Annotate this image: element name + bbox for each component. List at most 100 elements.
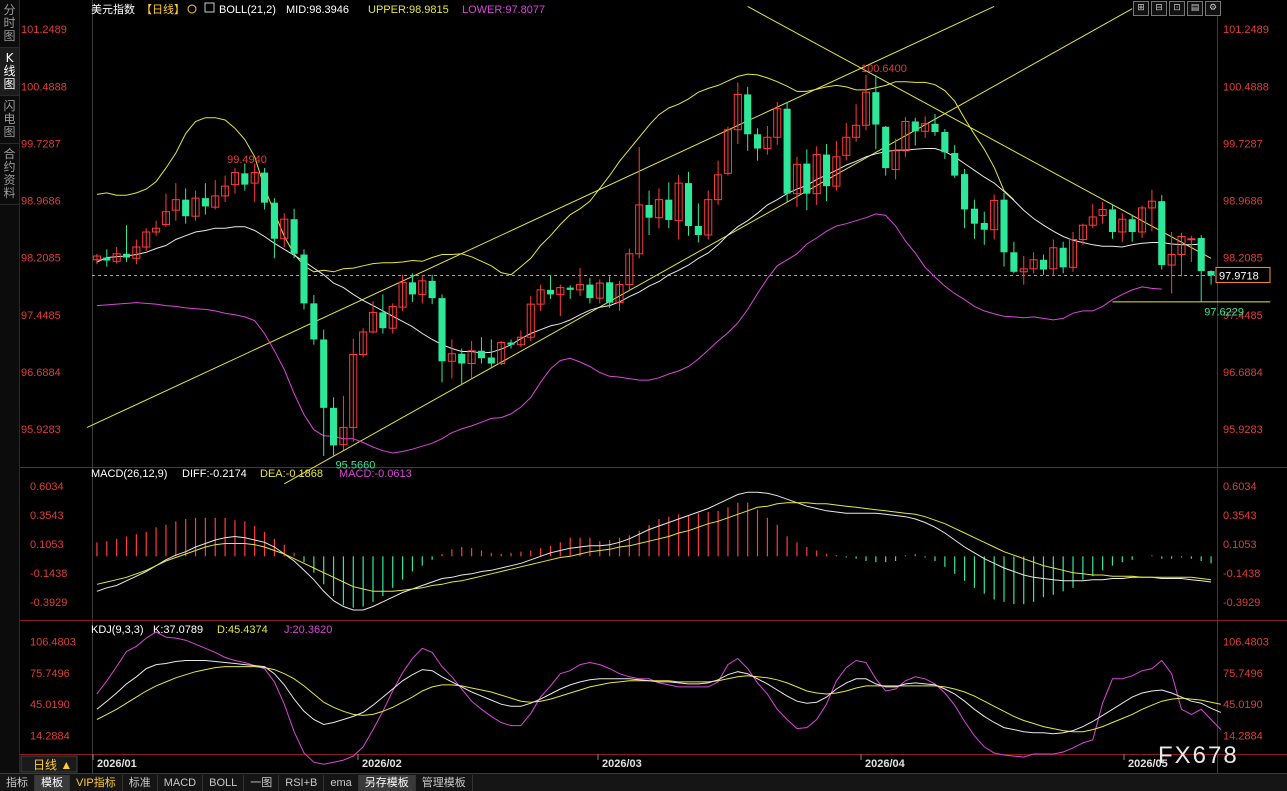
candle-body-down (1059, 247, 1067, 268)
bottom-tab-1[interactable]: 模板 (35, 774, 70, 791)
candle-body-down (241, 173, 249, 185)
period-button-label: 日线 ▲ (33, 758, 72, 772)
bottom-tab-9[interactable]: 另存模板 (358, 774, 416, 791)
macd-tick-left: 0.6034 (30, 481, 64, 493)
price-tick-right: 100.4888 (1223, 81, 1269, 93)
candle-body-down (783, 108, 791, 194)
bottom-tab-7[interactable]: RSI+B (279, 774, 325, 791)
macd-title: MACD(26,12,9) (91, 468, 167, 480)
candle-body-down (951, 153, 959, 176)
candle-body-down (941, 132, 949, 153)
settings-icon[interactable]: ⚙ (1205, 1, 1221, 16)
kdj-k-line (96, 660, 1222, 735)
candle-body-down (645, 204, 653, 218)
bottom-tab-0[interactable]: 指标 (0, 774, 35, 791)
period-toggle-icon[interactable] (187, 4, 197, 14)
x-axis-label: 2026/03 (602, 758, 642, 770)
candle-body-down (330, 407, 338, 446)
kdj-d-value: D:45.4374 (217, 624, 268, 636)
list-icon[interactable]: ▤ (1187, 1, 1203, 16)
candle-body-down (379, 312, 387, 329)
header-field-1: 【日线】 (141, 2, 185, 16)
zoom-out-icon[interactable]: ⊟ (1151, 1, 1167, 16)
candle-body-down (586, 284, 594, 299)
kdj-j-value: J:20.3620 (284, 624, 332, 636)
macd-diff-value: DIFF:-0.2174 (182, 468, 247, 480)
bottom-tab-2[interactable]: VIP指标 (70, 774, 123, 791)
bottom-tab-10[interactable]: 管理模板 (416, 774, 473, 791)
kdj-tick-right: 106.4803 (1223, 637, 1269, 649)
candle-body-up (1187, 238, 1196, 241)
chart-canvas: 101.2489 101.2489 100.4888 100.4888 99.7287 9… (20, 0, 1287, 773)
bottom-tab-6[interactable]: 一图 (244, 774, 280, 791)
candle-body-down (872, 92, 880, 125)
candle-body-down (665, 199, 673, 220)
candle-body-down (606, 282, 614, 303)
candle-body-down (980, 222, 988, 230)
restore-icon[interactable]: ⊡ (1169, 1, 1185, 16)
x-axis-label: 2026/02 (362, 758, 402, 770)
candle-body-down (408, 282, 416, 295)
candle-body-down (911, 121, 919, 132)
price-tick-right: 101.2489 (1223, 24, 1269, 36)
price-tick-left: 98.2085 (21, 253, 61, 265)
label-recent-low: 97.6229 (1204, 307, 1244, 319)
left-nav: 分时图 K线图 闪电图 合约资料 (0, 0, 20, 775)
last-price-value: 97.9718 (1219, 270, 1259, 282)
macd-tick-right: 0.6034 (1223, 481, 1257, 493)
zoom-in-icon[interactable]: ⊞ (1133, 1, 1149, 16)
candle-body-down (1158, 201, 1166, 266)
macd-tick-right: 0.1053 (1223, 539, 1257, 551)
kdj-tick-left: 14.2884 (30, 730, 70, 742)
candle-body-down (477, 350, 486, 359)
candle-body-down (970, 208, 978, 224)
label-peak-1: 99.4940 (227, 154, 267, 166)
candle-body-down (182, 199, 190, 217)
bottom-tab-8[interactable]: ema (324, 774, 359, 791)
candle-body-down (290, 219, 298, 254)
kdj-tick-left: 75.7496 (30, 668, 70, 680)
candle-body-down (458, 353, 466, 364)
header-field-2: BOLL(21,2) (219, 4, 276, 16)
plot-right-border (1217, 0, 1218, 773)
kdj-tick-left: 45.0190 (30, 699, 70, 711)
indicator-icon[interactable] (204, 2, 215, 13)
nav-tab-1[interactable]: K线图 (0, 48, 19, 96)
candle-body-down (1000, 199, 1008, 253)
bottom-tab-5[interactable]: BOLL (203, 774, 245, 791)
price-tick-left: 98.9686 (21, 196, 61, 208)
header-field-5: LOWER:97.8077 (462, 4, 545, 16)
candle-body-down (803, 163, 811, 194)
kdj-tick-right: 14.2884 (1223, 730, 1263, 742)
nav-tab-2[interactable]: 闪电图 (0, 96, 19, 144)
header-field-0: 美元指数 (91, 2, 135, 16)
candle-body-down (428, 280, 436, 299)
nav-tab-0[interactable]: 分时图 (0, 0, 19, 48)
price-tick-right: 98.9686 (1223, 196, 1263, 208)
price-tick-left: 100.4888 (21, 81, 67, 93)
macd-tick-left: 0.3543 (30, 510, 64, 522)
panel-divider-2 (20, 754, 1287, 755)
kdj-d-line (96, 666, 1222, 733)
price-tick-left: 101.2489 (21, 24, 67, 36)
candle-body-down (487, 357, 495, 364)
candle-body-down (1207, 271, 1215, 276)
candle-body-down (684, 183, 693, 226)
price-tick-right: 95.9283 (1223, 424, 1263, 436)
candle-body-down (822, 154, 831, 187)
price-tick-right: 98.2085 (1223, 253, 1263, 265)
macd-tick-right: 0.3543 (1223, 510, 1257, 522)
bottom-tab-4[interactable]: MACD (158, 774, 204, 791)
price-tick-left: 97.4485 (21, 310, 61, 322)
candle-body-down (882, 126, 890, 169)
price-tick-right: 99.7287 (1223, 138, 1263, 150)
x-axis-label: 2026/04 (865, 758, 906, 770)
bottom-tab-3[interactable]: 标准 (123, 774, 158, 791)
candle-body-down (961, 174, 969, 210)
candle-body-down (546, 289, 555, 295)
price-tick-right: 96.6884 (1223, 367, 1263, 379)
nav-tab-3[interactable]: 合约资料 (0, 144, 19, 205)
kdj-j-line (96, 631, 1222, 765)
kdj-tick-right: 75.7496 (1223, 668, 1263, 680)
price-tick-left: 99.7287 (21, 138, 61, 150)
